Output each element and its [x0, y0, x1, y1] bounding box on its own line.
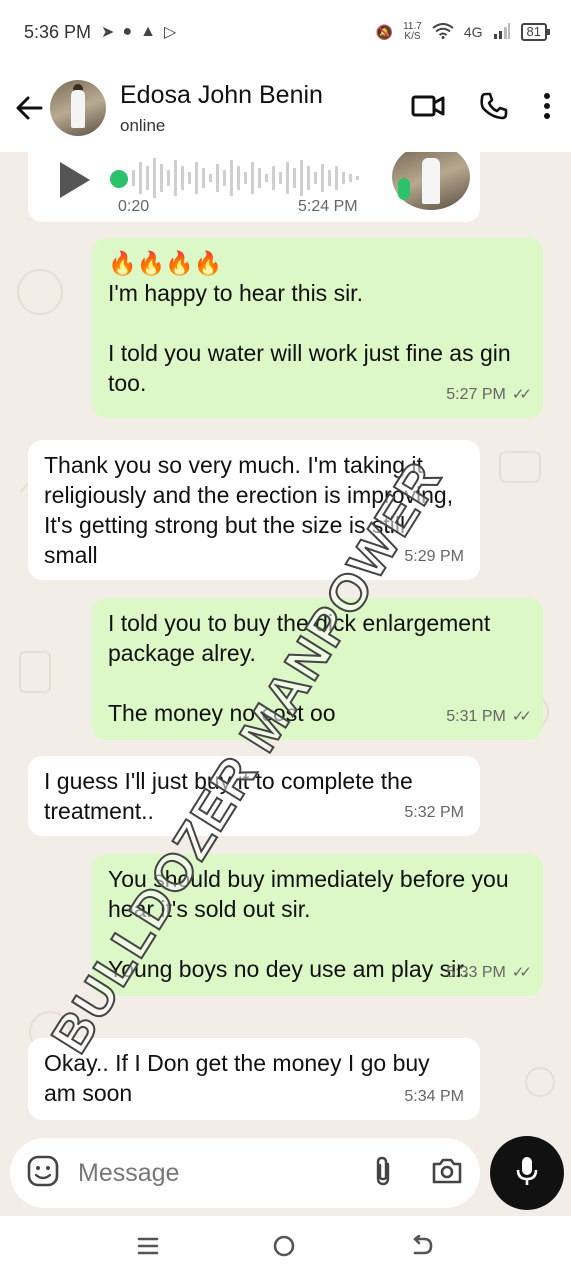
system-nav-bar: [0, 1216, 571, 1280]
mic-button[interactable]: [490, 1136, 564, 1210]
voice-message[interactable]: 0:20 5:24 PM: [28, 152, 480, 222]
home-icon[interactable]: [272, 1234, 296, 1263]
voice-mic-icon: [398, 178, 410, 200]
battery-icon: 81: [520, 23, 551, 41]
back-arrow-icon[interactable]: [14, 93, 44, 123]
message-bubble-out[interactable]: 🔥🔥🔥🔥 I'm happy to hear this sir. I told …: [92, 238, 543, 418]
attach-icon[interactable]: [372, 1154, 394, 1193]
header-actions: [411, 91, 557, 126]
play-store-icon: ▷: [163, 24, 177, 41]
chat-area[interactable]: 0:20 5:24 PM 🔥🔥🔥🔥 I'm happy to hear this…: [0, 152, 571, 1132]
status-notification-icons: ➤ ● ▲ ▷: [101, 22, 176, 42]
mute-icon: 🔕: [375, 23, 394, 40]
telegram-icon: ➤: [101, 24, 115, 41]
status-bar: 5:36 PM ➤ ● ▲ ▷ 🔕 11.7 K/S 4G 81: [0, 0, 571, 64]
playback-position-dot[interactable]: [110, 170, 128, 188]
message-text: 🔥🔥🔥🔥 I'm happy to hear this sir. I told …: [108, 250, 511, 396]
chat-app-icon: ●: [122, 23, 133, 40]
message-text: Okay.. If I Don get the money I go buy a…: [44, 1050, 430, 1106]
read-receipt-icon: ✓✓: [511, 708, 532, 725]
contact-name: Edosa John Benin: [120, 80, 323, 109]
video-call-icon[interactable]: [411, 94, 445, 123]
message-input-pill: [10, 1138, 480, 1208]
avatar[interactable]: [50, 80, 106, 136]
chat-header: Edosa John Benin online: [0, 64, 571, 152]
contact-info[interactable]: Edosa John Benin online: [120, 81, 323, 136]
status-right-icons: 🔕 11.7 K/S 4G 81: [375, 21, 551, 42]
mic-icon: [515, 1155, 539, 1192]
message-time: 5:32 PM: [404, 804, 464, 821]
android-icon: ▲: [140, 23, 156, 40]
message-time: 5:31 PM: [446, 708, 506, 725]
voice-time: 5:24 PM: [298, 198, 358, 215]
message-time: 5:33 PM: [446, 964, 506, 981]
waveform: [132, 158, 359, 198]
signal-icon: [493, 22, 511, 42]
recent-apps-icon[interactable]: [137, 1236, 159, 1261]
contact-status: online: [120, 115, 166, 135]
play-icon[interactable]: [60, 162, 90, 198]
voice-call-icon[interactable]: [479, 91, 509, 126]
more-options-icon[interactable]: [543, 92, 551, 125]
network-type: 4G: [463, 24, 483, 40]
message-time: 5:27 PM: [446, 386, 506, 403]
composer: [0, 1132, 571, 1216]
back-nav-icon[interactable]: [410, 1234, 434, 1262]
camera-icon[interactable]: [430, 1156, 464, 1191]
voice-duration: 0:20: [118, 198, 150, 215]
message-time: 5:34 PM: [404, 1088, 464, 1105]
read-receipt-icon: ✓✓: [511, 964, 532, 981]
emoji-icon[interactable]: [26, 1154, 60, 1193]
wifi-icon: [432, 22, 454, 42]
net-speed: 11.7 K/S: [403, 21, 422, 42]
message-input[interactable]: [78, 1158, 338, 1188]
status-time: 5:36 PM: [24, 21, 92, 42]
read-receipt-icon: ✓✓: [511, 386, 532, 403]
